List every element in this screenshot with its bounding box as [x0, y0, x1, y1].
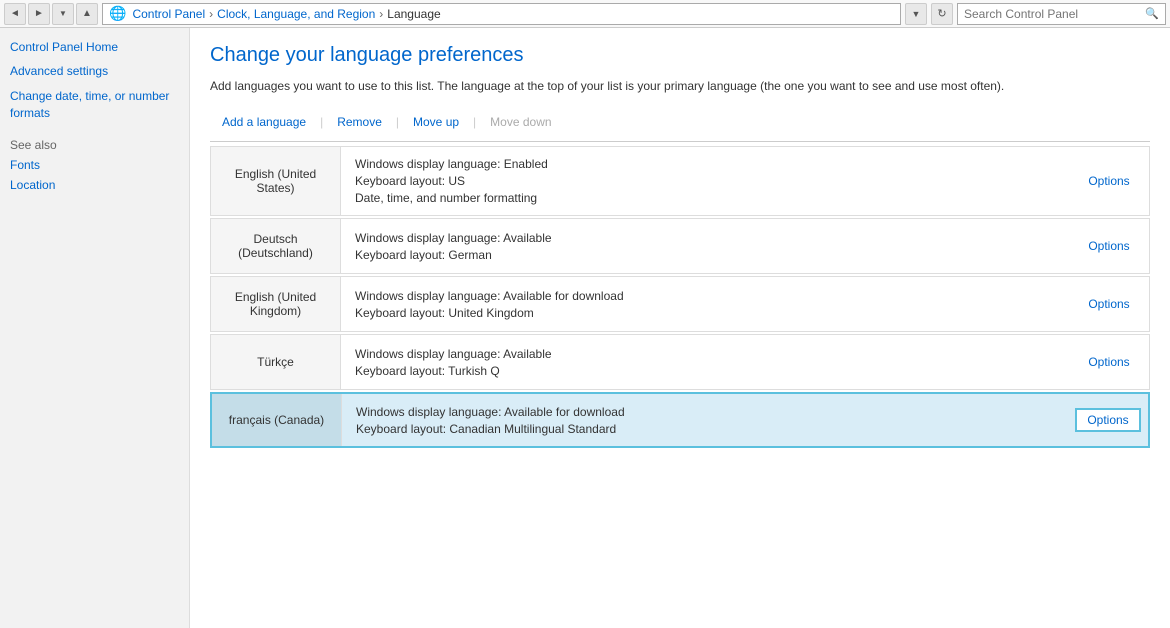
- language-detail-line: Windows display language: Available for …: [356, 405, 1054, 419]
- options-button[interactable]: Options: [1088, 174, 1129, 188]
- language-list-item[interactable]: français (Canada) Windows display languag…: [210, 392, 1150, 448]
- up-button[interactable]: ▲: [76, 3, 98, 25]
- address-dropdown-button[interactable]: ▼: [905, 3, 927, 25]
- language-options-cell: Options: [1069, 277, 1149, 331]
- search-icon: 🔍: [1145, 7, 1159, 20]
- page-description: Add languages you want to use to this li…: [210, 77, 1150, 95]
- forward-button[interactable]: ►: [28, 3, 50, 25]
- language-detail-line: Keyboard layout: German: [355, 248, 1055, 262]
- language-options-cell: Options: [1069, 147, 1149, 215]
- language-detail-line: Windows display language: Available: [355, 347, 1055, 361]
- sidebar-item-advanced[interactable]: Advanced settings: [10, 64, 179, 78]
- language-list-item[interactable]: English (United States)Windows display l…: [210, 146, 1150, 216]
- options-button[interactable]: Options: [1088, 355, 1129, 369]
- sidebar-item-home[interactable]: Control Panel Home: [10, 40, 179, 54]
- sidebar: Control Panel Home Advanced settings Cha…: [0, 28, 190, 628]
- language-detail-line: Keyboard layout: US: [355, 174, 1055, 188]
- move-down-button[interactable]: Move down: [478, 111, 563, 133]
- see-also-label: See also: [10, 138, 179, 152]
- breadcrumb-control-panel[interactable]: Control Panel: [132, 7, 205, 21]
- language-toolbar: Add a language | Remove | Move up | Move…: [210, 111, 1150, 142]
- language-name: English (United Kingdom): [211, 277, 341, 331]
- language-details: Windows display language: Available Keybo…: [341, 335, 1069, 389]
- language-detail-line: Windows display language: Enabled: [355, 157, 1055, 171]
- language-details: Windows display language: Available Keybo…: [341, 219, 1069, 273]
- language-details: Windows display language: Enabled Keyboar…: [341, 147, 1069, 215]
- language-detail-line: Windows display language: Available: [355, 231, 1055, 245]
- language-name: English (United States): [211, 147, 341, 215]
- globe-icon: 🌐: [109, 5, 126, 22]
- language-name: français (Canada): [212, 394, 342, 446]
- add-language-button[interactable]: Add a language: [210, 111, 318, 133]
- main-layout: Control Panel Home Advanced settings Cha…: [0, 28, 1170, 628]
- sidebar-item-fonts[interactable]: Fonts: [10, 158, 179, 172]
- language-detail-line: Keyboard layout: Turkish Q: [355, 364, 1055, 378]
- address-bar: ◄ ► ▼ ▲ 🌐 Control Panel › Clock, Languag…: [0, 0, 1170, 28]
- search-input[interactable]: [964, 7, 1124, 21]
- page-title: Change your language preferences: [210, 44, 1150, 67]
- search-box: 🔍: [957, 3, 1166, 25]
- nav-buttons: ◄ ► ▼ ▲: [4, 3, 98, 25]
- language-name: Türkçe: [211, 335, 341, 389]
- language-list: English (United States)Windows display l…: [210, 146, 1150, 448]
- language-options-cell: Options: [1069, 335, 1149, 389]
- address-path: 🌐 Control Panel › Clock, Language, and R…: [102, 3, 901, 25]
- options-button[interactable]: Options: [1088, 239, 1129, 253]
- language-list-item[interactable]: TürkçeWindows display language: Availabl…: [210, 334, 1150, 390]
- language-list-item[interactable]: Deutsch (Deutschland)Windows display lan…: [210, 218, 1150, 274]
- language-detail-line: Date, time, and number formatting: [355, 191, 1055, 205]
- language-options-cell: Options: [1068, 394, 1148, 446]
- language-name: Deutsch (Deutschland): [211, 219, 341, 273]
- sidebar-item-datetime[interactable]: Change date, time, or number formats: [10, 88, 179, 122]
- language-list-item[interactable]: English (United Kingdom) Windows display …: [210, 276, 1150, 332]
- options-button[interactable]: Options: [1088, 297, 1129, 311]
- remove-button[interactable]: Remove: [325, 111, 394, 133]
- breadcrumb-clock-language[interactable]: Clock, Language, and Region: [217, 7, 375, 21]
- sidebar-item-location[interactable]: Location: [10, 178, 179, 192]
- dropdown-history-button[interactable]: ▼: [52, 3, 74, 25]
- options-button-selected[interactable]: Options: [1075, 408, 1140, 432]
- language-detail-line: Keyboard layout: Canadian Multilingual S…: [356, 422, 1054, 436]
- language-details: Windows display language: Available for …: [342, 394, 1068, 446]
- language-detail-line: Windows display language: Available for …: [355, 289, 1055, 303]
- move-up-button[interactable]: Move up: [401, 111, 471, 133]
- breadcrumb-current: Language: [387, 7, 440, 21]
- content-area: Change your language preferences Add lan…: [190, 28, 1170, 628]
- language-details: Windows display language: Available for …: [341, 277, 1069, 331]
- language-options-cell: Options: [1069, 219, 1149, 273]
- language-detail-line: Keyboard layout: United Kingdom: [355, 306, 1055, 320]
- back-button[interactable]: ◄: [4, 3, 26, 25]
- refresh-button[interactable]: ↻: [931, 3, 953, 25]
